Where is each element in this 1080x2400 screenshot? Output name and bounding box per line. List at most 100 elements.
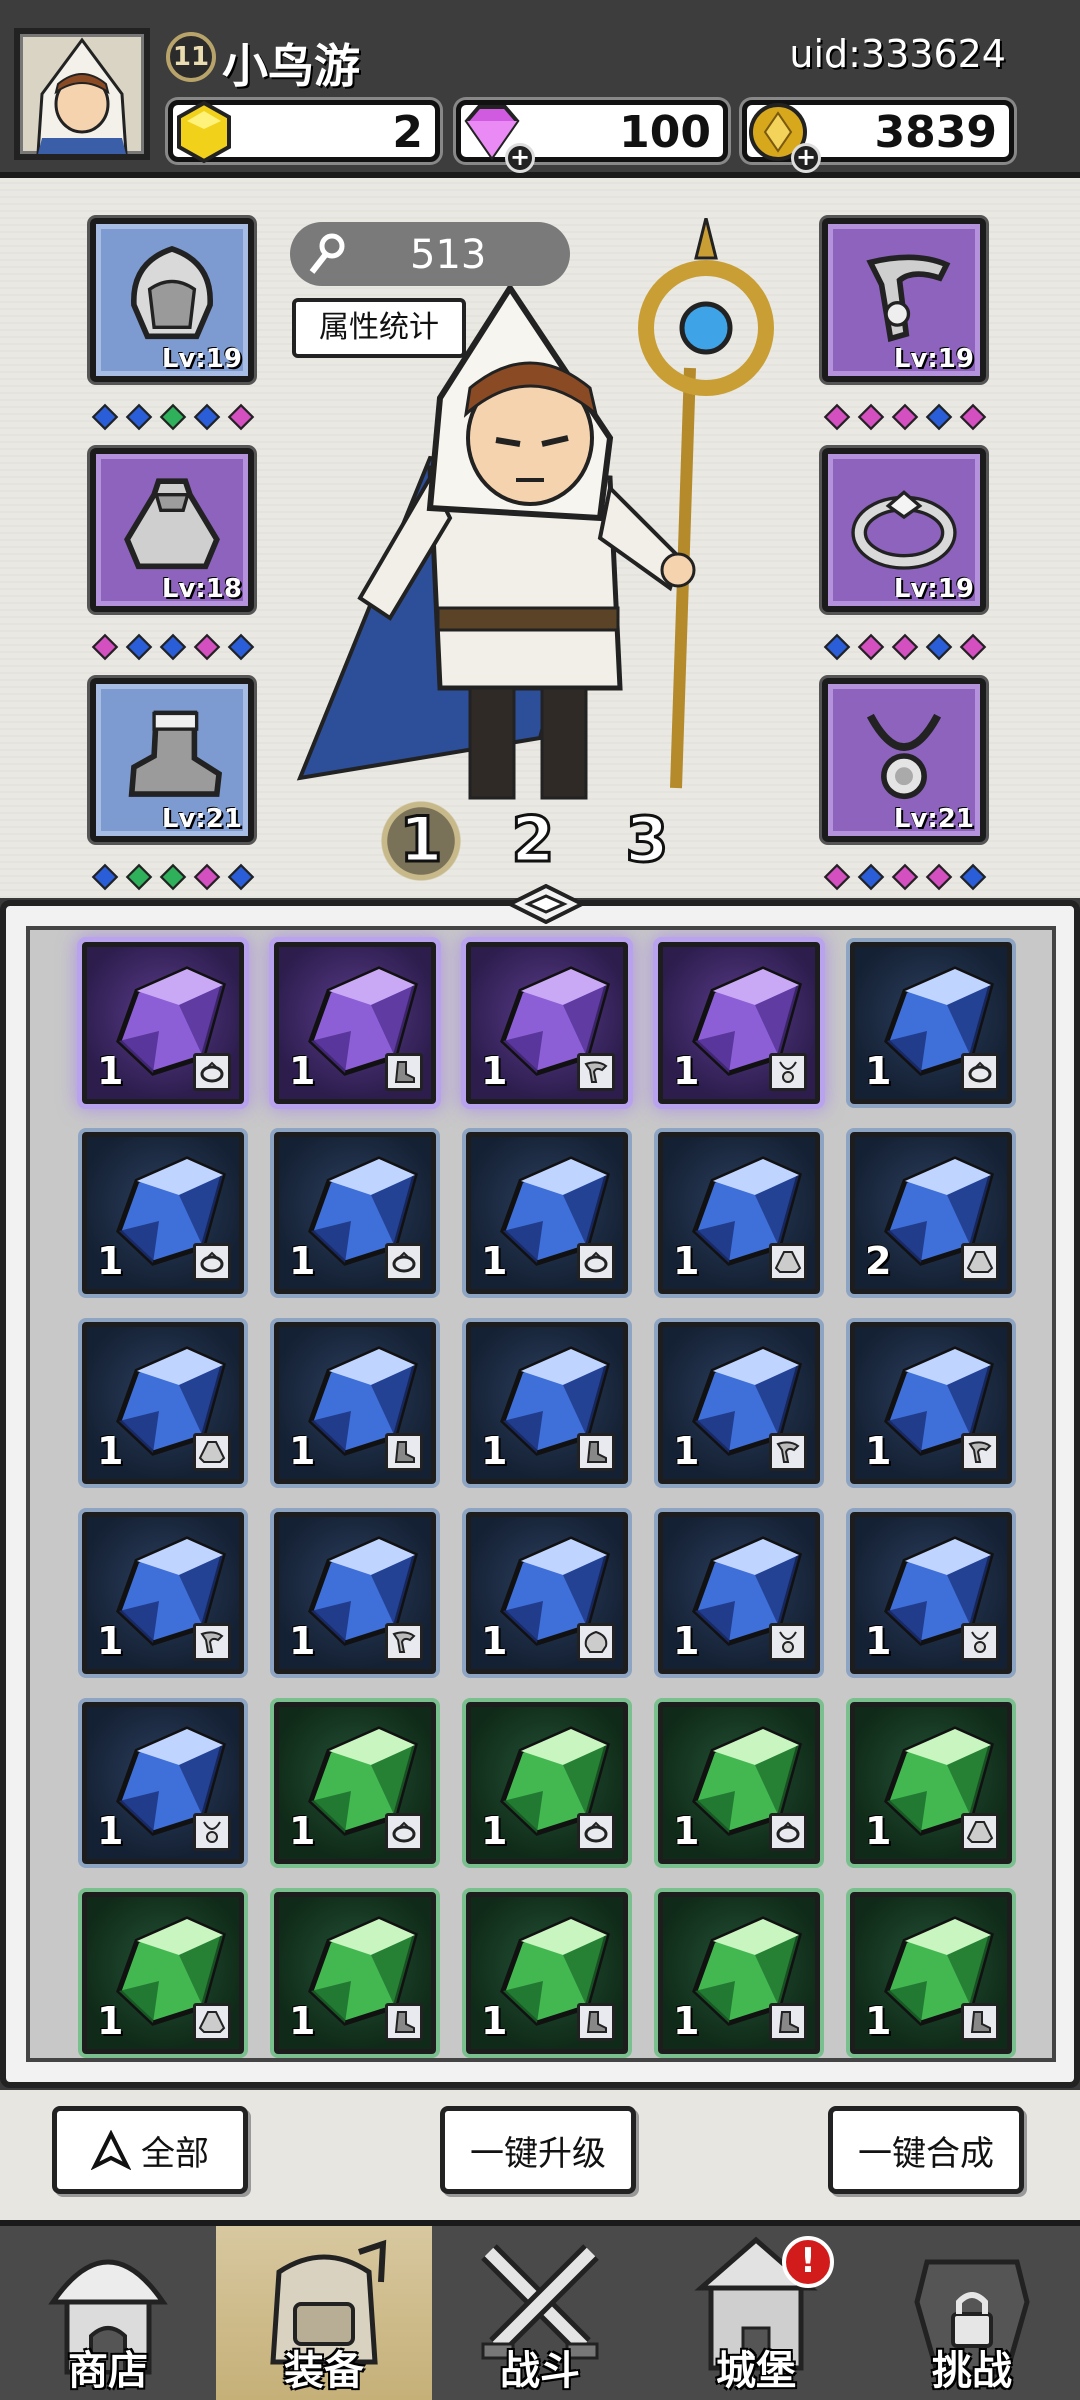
item-quantity: 1 (673, 1429, 700, 1473)
equip-type-badge (961, 1053, 999, 1091)
gem-socket (857, 633, 885, 661)
player-avatar[interactable] (14, 28, 150, 160)
inventory-item[interactable]: 1 (850, 1892, 1012, 2054)
inventory-item[interactable]: 1 (274, 1702, 436, 1864)
diamond-currency[interactable]: + 100 (456, 100, 728, 173)
item-quantity: 1 (865, 1429, 892, 1473)
inventory-item[interactable]: 1 (82, 1322, 244, 1484)
equip-type-badge (769, 1243, 807, 1281)
gem-socket (193, 633, 221, 661)
cape-icon (198, 1441, 226, 1463)
nav-equip[interactable]: 装备 (216, 2226, 432, 2400)
inventory-item[interactable]: 1 (850, 1512, 1012, 1674)
equip-type-badge (577, 1813, 615, 1851)
inventory-item[interactable]: 1 (658, 1512, 820, 1674)
ring-icon (200, 1251, 224, 1273)
add-coin-button[interactable]: + (791, 143, 821, 173)
equip-type-badge (961, 1243, 999, 1281)
castle-alert-badge: ! (782, 2236, 834, 2288)
upgrade-all-button[interactable]: 一键升级 (440, 2106, 636, 2194)
equip-type-badge (385, 1433, 423, 1471)
loadout-3-button[interactable]: 3 (604, 798, 690, 884)
gem-socket (125, 403, 153, 431)
equip-type-badge (385, 1243, 423, 1281)
loadout-2-button[interactable]: 2 (490, 798, 576, 884)
pauldron-slot[interactable]: Lv:19 (822, 218, 986, 382)
equip-type-badge (193, 1623, 231, 1661)
cape-icon (198, 2011, 226, 2033)
inventory-item[interactable]: 1 (82, 1702, 244, 1864)
amulet-gem-row (823, 863, 987, 891)
cape-slot[interactable]: Lv:18 (90, 448, 254, 612)
gem-socket (159, 863, 187, 891)
amulet-slot[interactable]: Lv:21 (822, 678, 986, 842)
nav-shop[interactable]: 商店 (0, 2226, 216, 2400)
inventory-item[interactable]: 1 (658, 1702, 820, 1864)
amulet-icon (971, 1631, 989, 1653)
inventory-item[interactable]: 1 (466, 1892, 628, 2054)
inventory-item[interactable]: 1 (274, 1132, 436, 1294)
inventory-item[interactable]: 1 (466, 1512, 628, 1674)
add-diamond-button[interactable]: + (505, 143, 535, 173)
boots-icon (394, 1441, 415, 1463)
inventory-item[interactable]: 1 (466, 1132, 628, 1294)
loadout-1-button[interactable]: 1 (378, 798, 464, 884)
inventory-item[interactable]: 1 (466, 942, 628, 1104)
equip-type-badge (193, 1053, 231, 1091)
inventory-item[interactable]: 1 (850, 1702, 1012, 1864)
item-quantity: 1 (289, 1049, 316, 1093)
gem-socket (891, 863, 919, 891)
inventory-item[interactable]: 1 (82, 1892, 244, 2054)
panel-ornament-icon (508, 884, 584, 924)
equip-type-badge (769, 1813, 807, 1851)
inventory-item[interactable]: 1 (658, 1322, 820, 1484)
inventory-item[interactable]: 1 (466, 1322, 628, 1484)
nav-battle[interactable]: 战斗 (432, 2226, 648, 2400)
inventory-item[interactable]: 1 (82, 1512, 244, 1674)
inventory-item[interactable]: 2 (850, 1132, 1012, 1294)
equip-type-badge (961, 1813, 999, 1851)
filter-all-button[interactable]: 全部 (52, 2106, 248, 2194)
equip-type-badge (769, 2003, 807, 2041)
inventory-item[interactable]: 1 (82, 942, 244, 1104)
inventory-item[interactable]: 1 (658, 1132, 820, 1294)
player-name: 小鸟游 (222, 39, 360, 93)
inventory-item[interactable]: 1 (274, 1512, 436, 1674)
pauldron-icon (392, 1631, 416, 1653)
inventory-item[interactable]: 1 (274, 1322, 436, 1484)
nav-challenge[interactable]: 挑战 (864, 2226, 1080, 2400)
nav-castle[interactable]: ! 城堡 (648, 2226, 864, 2400)
inventory-item[interactable]: 1 (274, 1892, 436, 2054)
inventory-item[interactable]: 1 (658, 1892, 820, 2054)
inventory-item[interactable]: 1 (466, 1702, 628, 1864)
power-display: 513 (290, 222, 570, 286)
gem-socket (91, 633, 119, 661)
inventory-item[interactable]: 1 (850, 942, 1012, 1104)
item-quantity: 1 (673, 1049, 700, 1093)
equip-type-badge (769, 1623, 807, 1661)
equip-type-badge (385, 2003, 423, 2041)
inventory-item[interactable]: 1 (274, 942, 436, 1104)
helmet-level: Lv:19 (161, 344, 242, 374)
inventory-item[interactable]: 1 (850, 1322, 1012, 1484)
wand-icon (309, 233, 345, 274)
amulet-level: Lv:21 (893, 804, 974, 834)
merge-all-button[interactable]: 一键合成 (828, 2106, 1024, 2194)
helmet-slot[interactable]: Lv:19 (90, 218, 254, 382)
ring-slot[interactable]: Lv:19 (822, 448, 986, 612)
equip-type-badge (385, 1623, 423, 1661)
attribute-stats-button[interactable]: 属性统计 (292, 298, 466, 358)
item-quantity: 1 (481, 1239, 508, 1283)
gem-socket (959, 633, 987, 661)
gem-socket (891, 403, 919, 431)
inventory-item[interactable]: 1 (658, 942, 820, 1104)
coin-currency[interactable]: + 3839 (742, 100, 1014, 173)
gold-hex-currency[interactable]: 2 (168, 100, 440, 164)
inventory-panel: 1 1 1 1 1 1 1 1 1 2 1 1 1 1 1 1 1 1 1 1 1 1 1 1 1 1 1 1 1 1 (0, 884, 1080, 2088)
boots-slot[interactable]: Lv:21 (90, 678, 254, 842)
gem-socket (823, 403, 851, 431)
inventory-item[interactable]: 1 (82, 1132, 244, 1294)
cape-icon (124, 478, 220, 570)
inventory-scroll-area[interactable]: 1 1 1 1 1 1 1 1 1 2 1 1 1 1 1 1 1 1 1 1 1 1 1 1 1 1 1 1 1 1 (26, 926, 1056, 2062)
equip-type-badge (961, 1623, 999, 1661)
